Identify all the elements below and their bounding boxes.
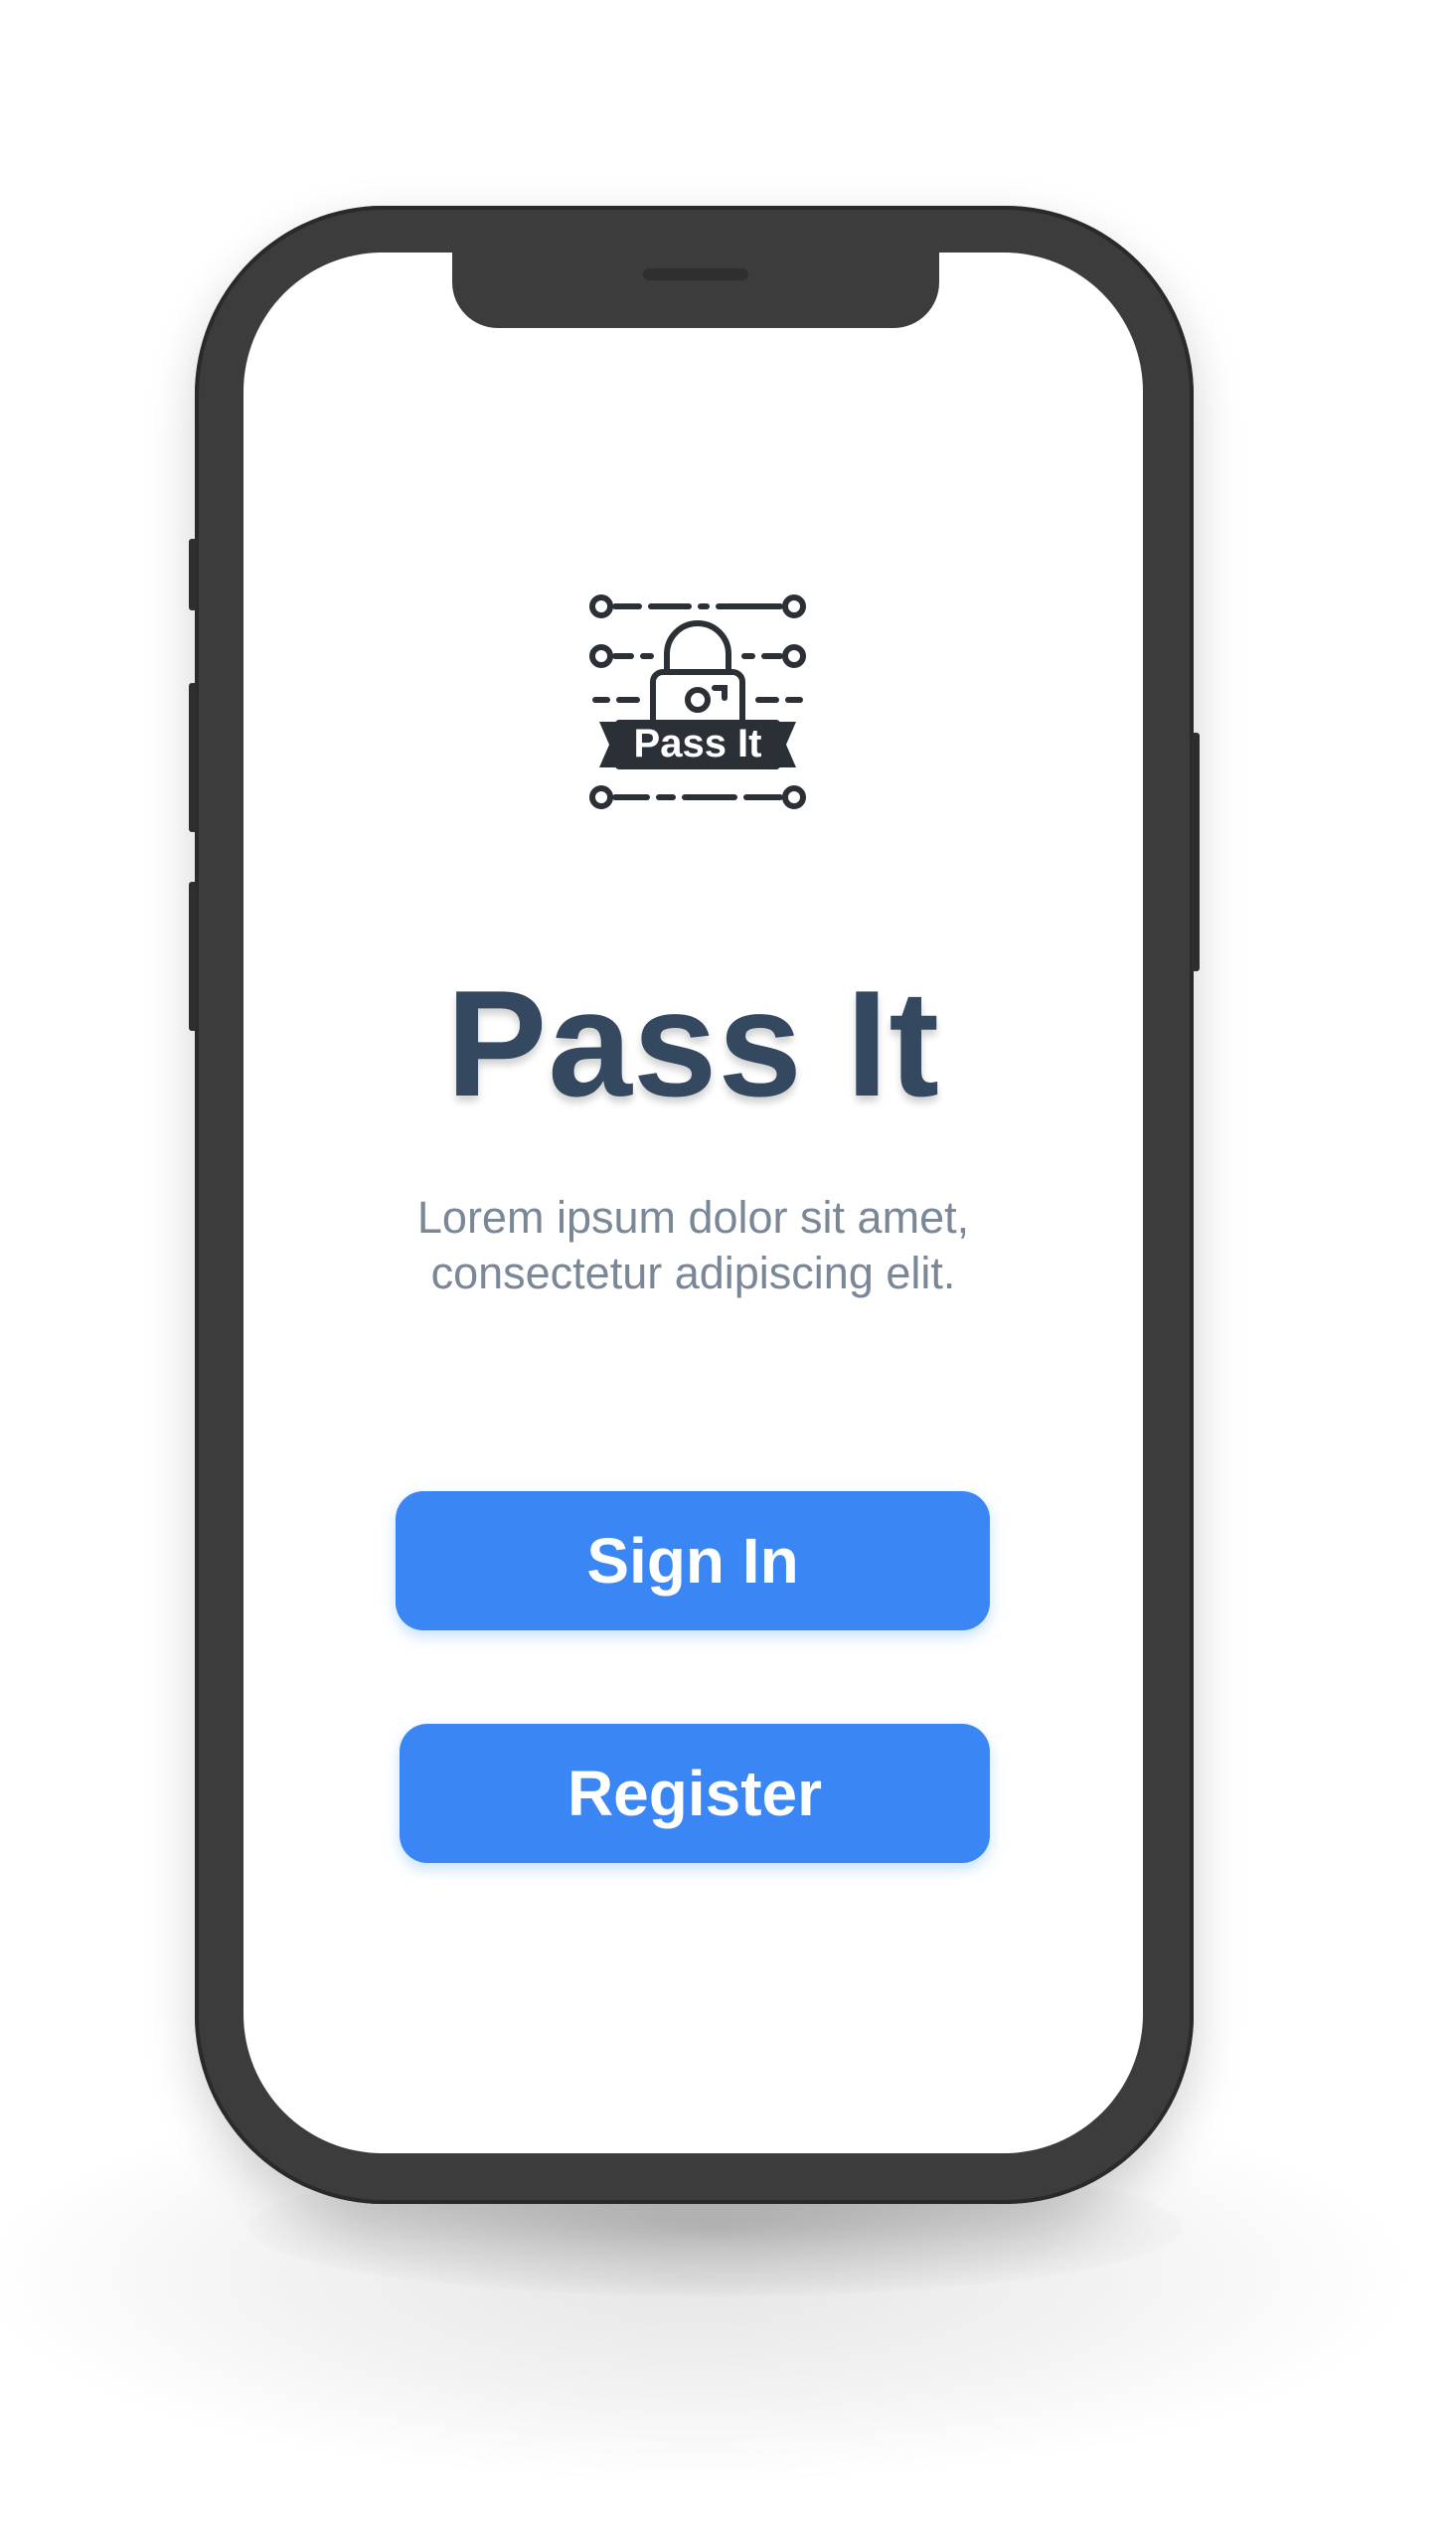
- volume-up-button: [189, 683, 197, 832]
- phone-frame: Pass It Pass It Lorem ipsum dolor sit am…: [189, 206, 1200, 2204]
- app-title: Pass It: [445, 959, 941, 1128]
- earpiece-speaker: [643, 268, 748, 280]
- phone-notch: [452, 253, 939, 328]
- device-mockup-stage: Pass It Pass It Lorem ipsum dolor sit am…: [0, 0, 1456, 2538]
- power-button: [1192, 733, 1200, 971]
- logo-wordmark: Pass It: [634, 722, 762, 765]
- app-tagline: Lorem ipsum dolor sit amet, consectetur …: [243, 1190, 1143, 1301]
- silent-switch: [189, 539, 197, 610]
- padlock-circuit-logo-icon: Pass It: [589, 594, 806, 809]
- sign-in-button[interactable]: Sign In: [396, 1491, 990, 1630]
- phone-screen: Pass It Pass It Lorem ipsum dolor sit am…: [243, 253, 1143, 2153]
- tagline-line-2: consectetur adipiscing elit.: [430, 1248, 956, 1298]
- tagline-line-1: Lorem ipsum dolor sit amet,: [416, 1192, 970, 1243]
- register-button[interactable]: Register: [400, 1724, 990, 1863]
- volume-down-button: [189, 882, 197, 1031]
